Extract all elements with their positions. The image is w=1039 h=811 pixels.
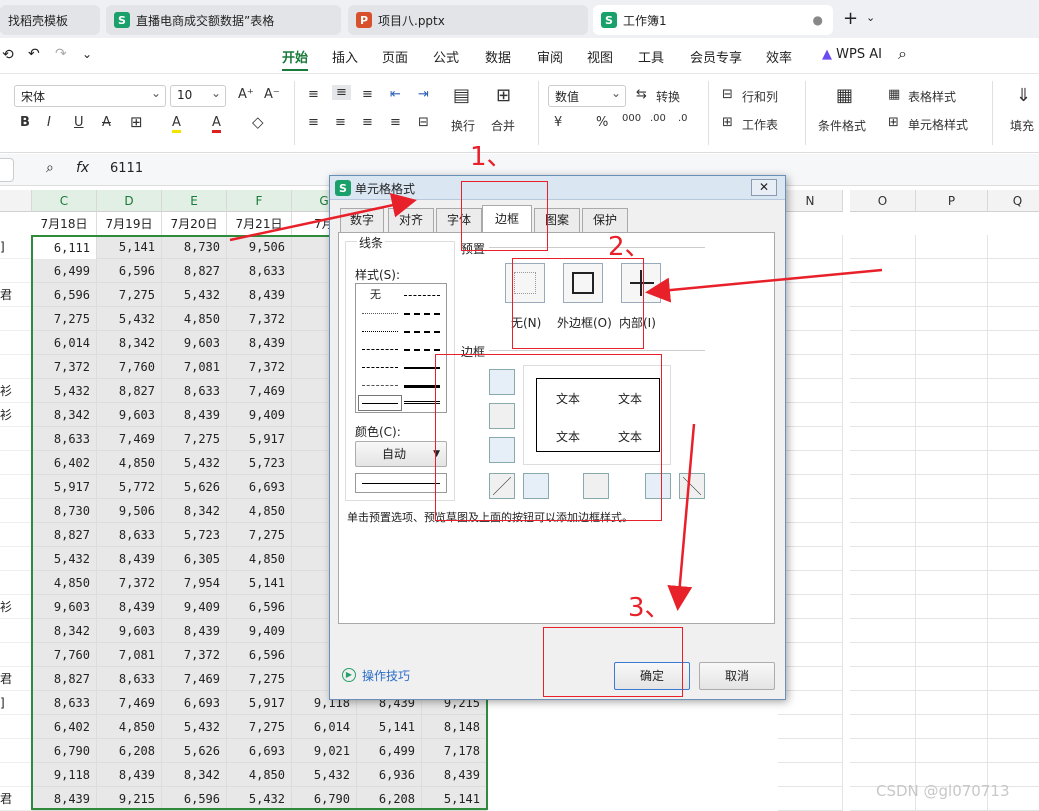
arrow-to-inside-preset [645, 268, 883, 303]
watermark: CSDN @gl070713 [876, 782, 1010, 800]
arrow-to-border-tab [229, 192, 417, 242]
arrow-to-ok [667, 423, 696, 611]
annotation-arrows [229, 192, 883, 611]
